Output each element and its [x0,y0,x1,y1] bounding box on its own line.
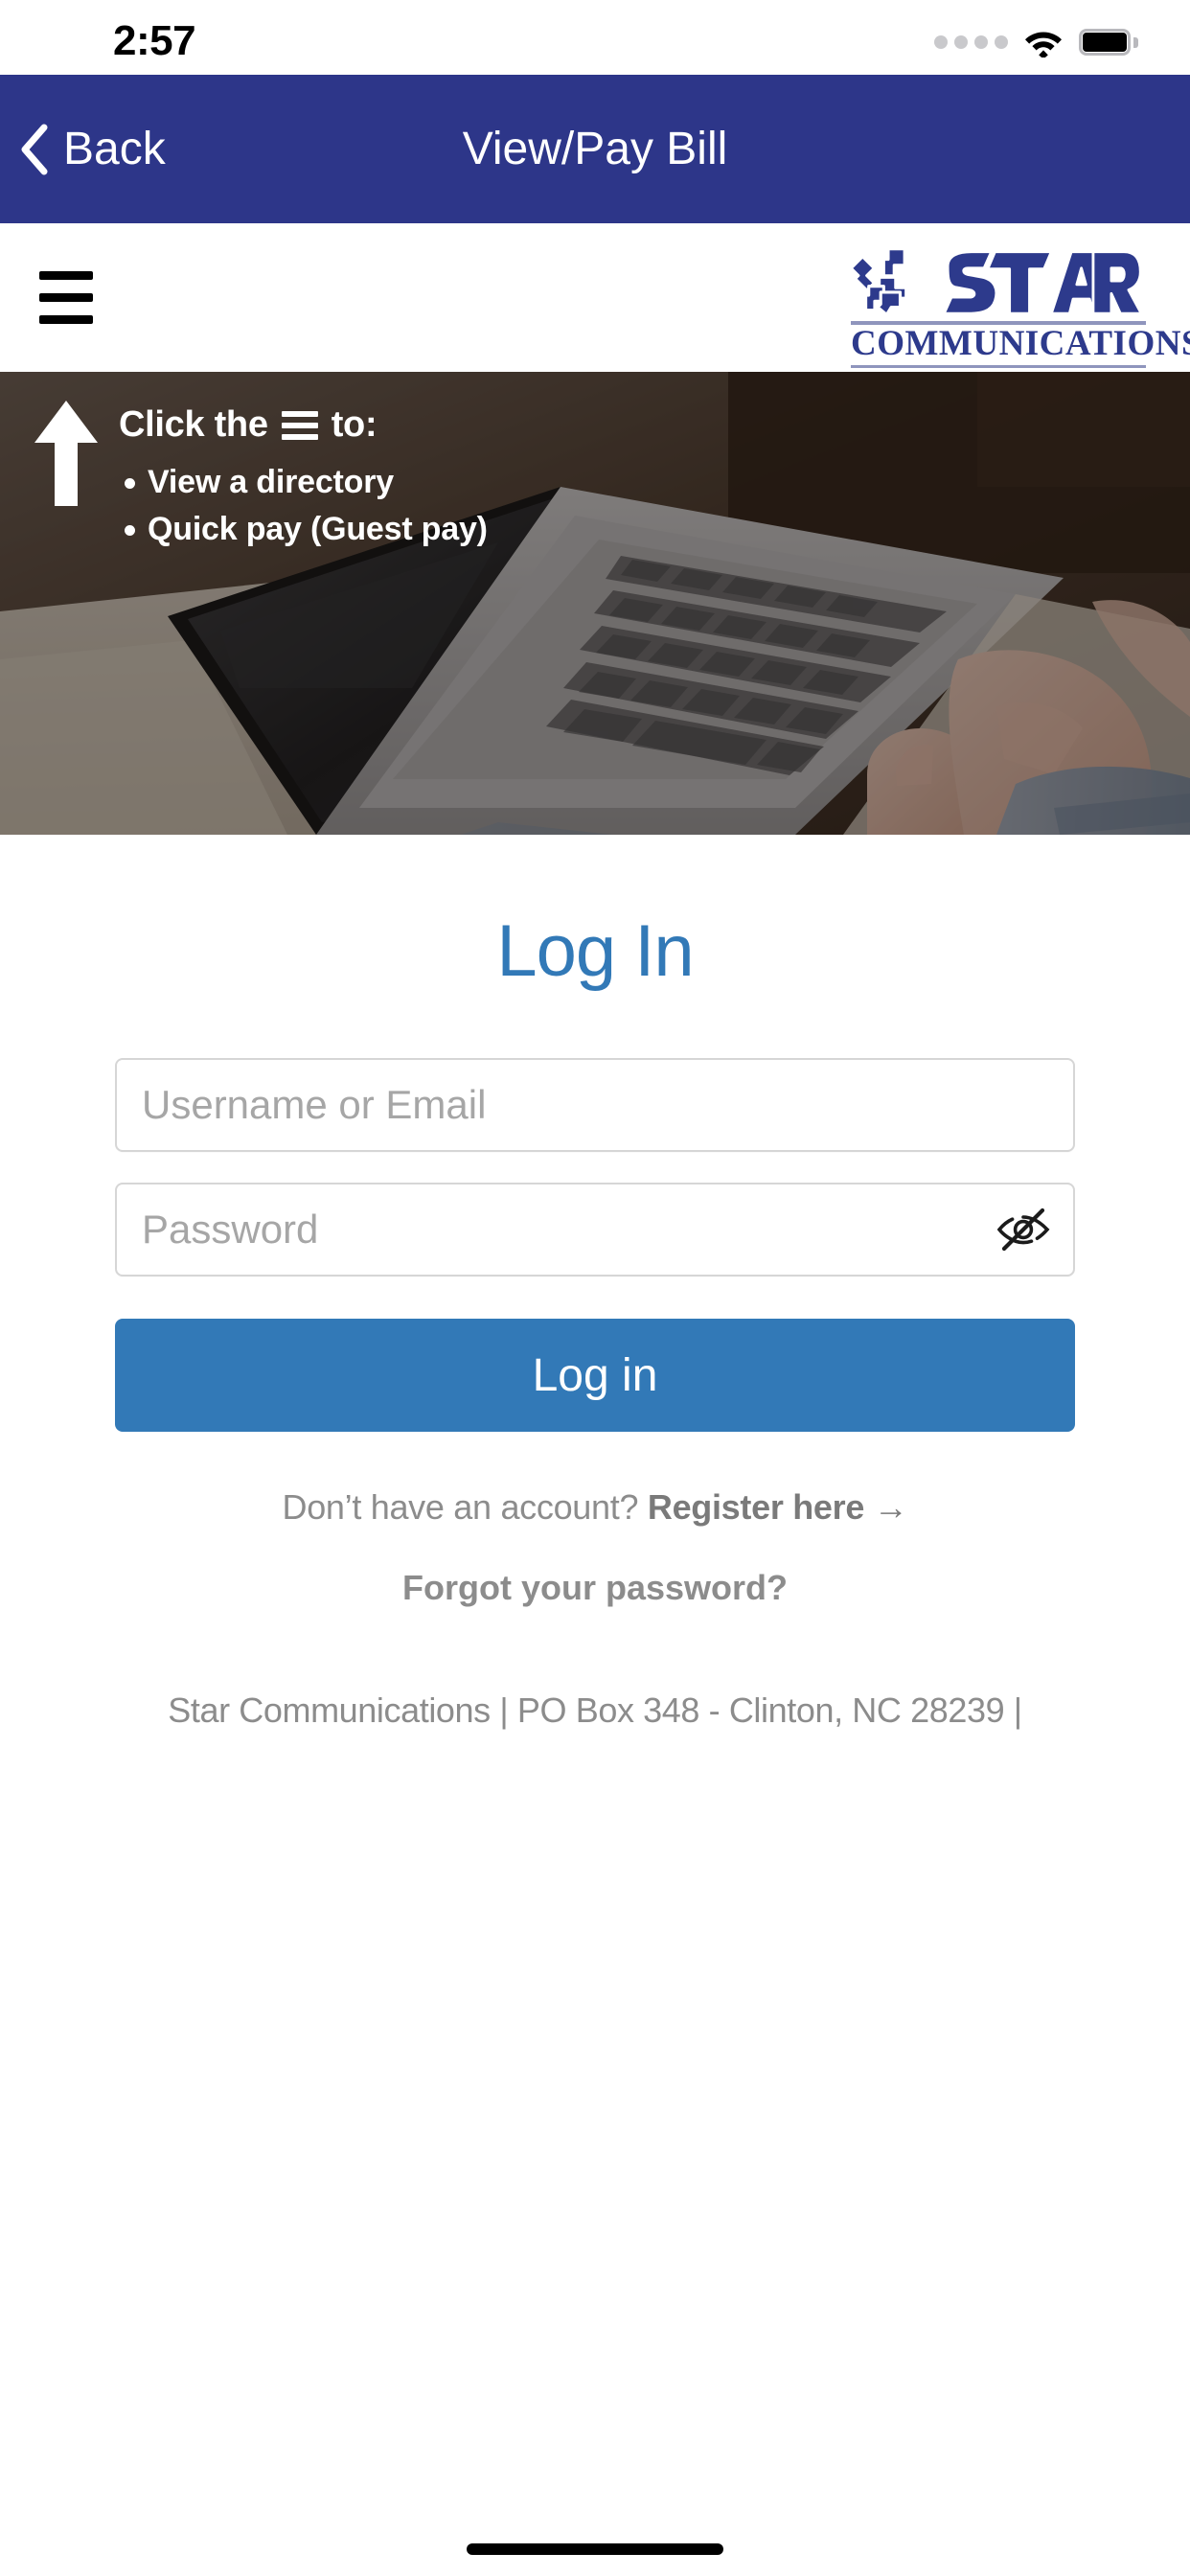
navigation-bar: Back View/Pay Bill [0,75,1190,223]
hamburger-menu-icon[interactable] [39,271,93,324]
home-indicator[interactable] [467,2543,723,2555]
status-bar-time: 2:57 [113,17,196,64]
password-input[interactable] [117,1184,1073,1275]
hamburger-menu-icon [281,410,318,440]
password-field-wrapper[interactable] [115,1183,1075,1276]
signal-dots-icon [934,35,1008,49]
footer-address: Star Communications | PO Box 348 - Clint… [168,1690,1022,1730]
brand-logo: COMMUNICATIONS [849,244,1190,368]
hero-text-block: Click the to: View a directory Quick pay… [119,397,488,554]
login-heading: Log In [496,910,694,992]
app-screen: 2:57 Back View/Pay Bill COMMUNICATIONS C… [0,0,1190,2576]
username-input[interactable] [117,1060,1073,1150]
status-bar: 2:57 [0,0,1190,75]
brand-divider-bottom [851,364,1146,368]
star-pinwheel-icon [849,244,927,319]
hero-instruction-suffix: to: [331,404,378,445]
login-form [115,1058,1075,1276]
hero-instruction-line: Click the to: [119,404,488,446]
brand-subtitle: COMMUNICATIONS [851,324,1190,363]
hero-bullet-item: Quick pay (Guest pay) [119,506,488,553]
hero-instruction-prefix: Click the [119,404,268,445]
chevron-left-icon [17,124,50,175]
site-header: COMMUNICATIONS [0,223,1190,372]
battery-full-icon [1079,29,1138,56]
status-bar-indicators [934,27,1138,58]
username-field-wrapper[interactable] [115,1058,1075,1152]
hero-bullet-item: View a directory [119,459,488,506]
brand-wordmark [931,246,1146,317]
login-button[interactable]: Log in [115,1319,1075,1432]
hero-bullet-list: View a directory Quick pay (Guest pay) [119,459,488,554]
register-prompt-text: Don’t have an account? [282,1487,639,1527]
back-button[interactable]: Back [17,123,166,175]
arrow-up-icon [34,397,98,511]
wifi-icon [1023,27,1064,58]
page-title: View/Pay Bill [462,124,728,174]
register-prompt: Don’t have an account? Register here → [0,1487,1190,1528]
register-link[interactable]: Register here → [648,1487,908,1527]
hero-instructions: Click the to: View a directory Quick pay… [34,397,1171,554]
brand-logo-top [849,244,1146,319]
back-button-label: Back [63,124,166,174]
eye-slash-icon[interactable] [996,1207,1050,1253]
hero-banner: Click the to: View a directory Quick pay… [0,372,1190,835]
login-section: Log In Log in Don’t have an accoun [0,835,1190,1731]
forgot-password-link[interactable]: Forgot your password? [0,1568,1190,1608]
